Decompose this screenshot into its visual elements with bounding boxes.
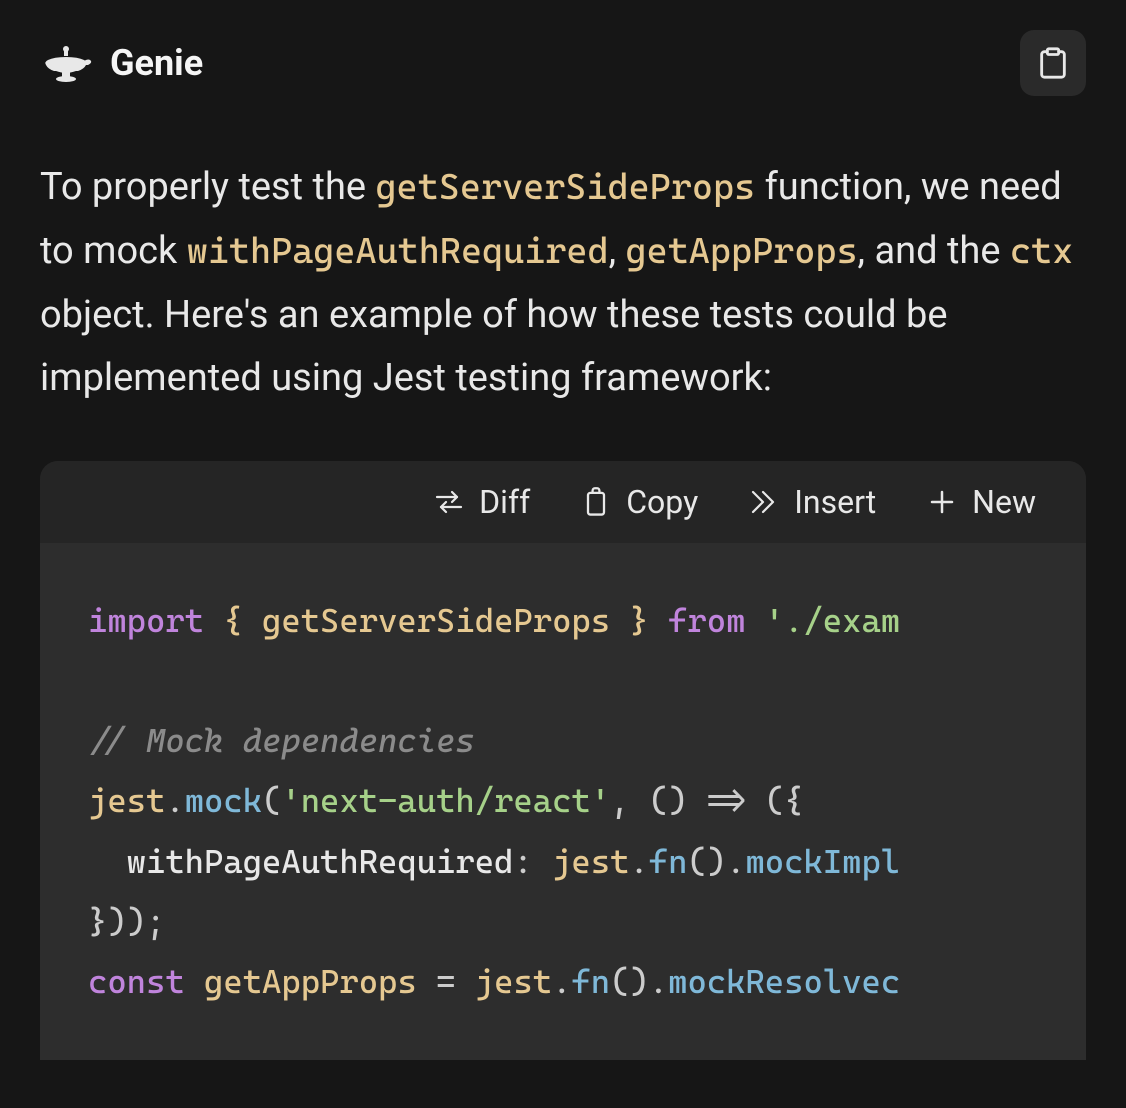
tok-method: fn bbox=[649, 842, 688, 881]
tok-brace: { bbox=[204, 601, 262, 640]
tok-string: './exam bbox=[765, 601, 900, 640]
tok-method: mockResolvec bbox=[668, 962, 900, 1001]
copy-label: Copy bbox=[626, 483, 698, 521]
tok-comma: , () bbox=[610, 781, 707, 820]
new-button[interactable]: New bbox=[926, 483, 1036, 521]
tok-dot: . bbox=[552, 962, 571, 1001]
tok-method: mockImpl bbox=[745, 842, 900, 881]
tok-dot: . bbox=[629, 842, 648, 881]
body-text-4: , and the bbox=[858, 229, 1010, 273]
insert-button[interactable]: Insert bbox=[748, 483, 876, 521]
copy-to-clipboard-button[interactable] bbox=[1020, 30, 1086, 96]
body-text-1: To properly test the bbox=[40, 165, 375, 209]
tok-brace: } bbox=[610, 601, 668, 640]
tok-arrow: => bbox=[707, 781, 746, 820]
tok-close: })); bbox=[88, 902, 165, 941]
insert-icon bbox=[748, 486, 780, 518]
tok-parens: (). bbox=[687, 842, 745, 881]
code-container: Diff Copy Insert bbox=[40, 461, 1086, 1059]
tok-ident: getServerSideProps bbox=[262, 601, 610, 640]
tok-colon: : bbox=[513, 842, 552, 881]
tok-tail: ({ bbox=[745, 781, 803, 820]
tok-import: import bbox=[88, 601, 204, 640]
body-text-5: object. Here's an example of how these t… bbox=[40, 293, 947, 401]
inline-code-3: getAppProps bbox=[626, 231, 858, 272]
plus-icon bbox=[926, 486, 958, 518]
inline-code-1: getServerSideProps bbox=[375, 167, 755, 208]
diff-label: Diff bbox=[479, 483, 530, 521]
copy-icon bbox=[580, 486, 612, 518]
tok-sp bbox=[745, 601, 764, 640]
copy-button[interactable]: Copy bbox=[580, 483, 698, 521]
tok-const: const bbox=[88, 962, 185, 1001]
tok-method: fn bbox=[571, 962, 610, 1001]
tok-ident: getAppProps bbox=[204, 962, 417, 1001]
response-body: To properly test the getServerSideProps … bbox=[0, 116, 1126, 461]
diff-icon bbox=[433, 486, 465, 518]
tok-prop: withPageAuthRequired bbox=[127, 842, 514, 881]
code-toolbar: Diff Copy Insert bbox=[40, 461, 1086, 543]
tok-ident: jest bbox=[475, 962, 552, 1001]
tok-method: mock bbox=[185, 781, 262, 820]
header-bar: Genie bbox=[0, 0, 1126, 116]
code-block: import { getServerSideProps } from './ex… bbox=[40, 543, 1086, 1059]
tok-sp bbox=[185, 962, 204, 1001]
tok-eq: = bbox=[417, 962, 475, 1001]
tok-string: 'next-auth/react' bbox=[281, 781, 610, 820]
header-left: Genie bbox=[40, 42, 203, 84]
body-text-3: , bbox=[609, 229, 626, 273]
tok-ident: jest bbox=[88, 781, 165, 820]
genie-lamp-icon bbox=[40, 43, 92, 83]
tok-from: from bbox=[668, 601, 745, 640]
tok-dot: . bbox=[165, 781, 184, 820]
insert-label: Insert bbox=[794, 483, 876, 521]
diff-button[interactable]: Diff bbox=[433, 483, 530, 521]
inline-code-2: withPageAuthRequired bbox=[187, 231, 609, 272]
tok-ident: jest bbox=[552, 842, 629, 881]
tok-indent bbox=[88, 842, 127, 881]
inline-code-4: ctx bbox=[1010, 231, 1073, 272]
tok-comment: // Mock dependencies bbox=[88, 721, 475, 760]
new-label: New bbox=[972, 483, 1036, 521]
tok-paren: ( bbox=[262, 781, 281, 820]
app-title: Genie bbox=[110, 42, 203, 84]
tok-parens: (). bbox=[610, 962, 668, 1001]
clipboard-icon bbox=[1036, 46, 1070, 80]
